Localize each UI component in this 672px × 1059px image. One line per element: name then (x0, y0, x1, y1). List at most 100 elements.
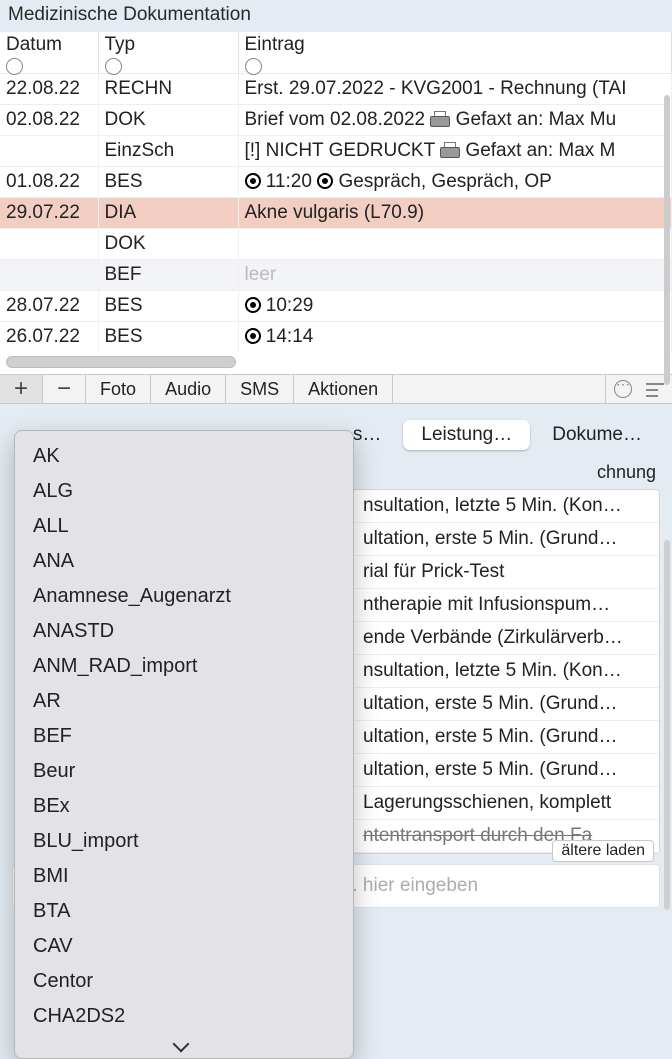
cell-entry: leer (238, 260, 672, 291)
cell-type: BES (98, 167, 238, 198)
cell-type: DOK (98, 105, 238, 136)
cell-date: 02.08.22 (0, 105, 98, 136)
printer-icon (430, 111, 450, 127)
dropdown-item[interactable]: ANM_RAD_import (15, 649, 353, 684)
service-row[interactable]: ultation, erste 5 Min. (Grund… (353, 754, 659, 787)
record-bullet-icon (317, 173, 333, 189)
cell-date (0, 260, 98, 291)
type-dropdown[interactable]: AKALGALLANAAnamnese_AugenarztANASTDANM_R… (14, 430, 354, 1059)
dropdown-item[interactable]: BEx (15, 789, 353, 824)
dropdown-item[interactable]: BTA (15, 894, 353, 929)
service-row[interactable]: Lagerungsschienen, komplett (353, 787, 659, 820)
cell-entry: Erst. 29.07.2022 - KVG2001 - Rechnung (T… (238, 74, 672, 105)
panel-title: Medizinische Dokumentation (0, 0, 672, 32)
table-row[interactable]: 26.07.22BES 14:14 (0, 322, 672, 353)
record-bullet-icon (245, 297, 261, 313)
cell-type: RECHN (98, 74, 238, 105)
cell-type: EinzSch (98, 136, 238, 167)
table-scrollbar-x-track[interactable] (0, 352, 672, 374)
dropdown-item[interactable]: BEF (15, 719, 353, 754)
record-bullet-icon (245, 328, 261, 344)
dropdown-item[interactable]: ANASTD (15, 614, 353, 649)
dropdown-item[interactable]: AK (15, 439, 353, 474)
audio-button[interactable]: Audio (151, 375, 226, 403)
minus-icon: − (57, 377, 71, 401)
col-header-date-label: Datum (6, 34, 62, 56)
dropdown-item[interactable]: CAV (15, 929, 353, 964)
table-scrollbar-y[interactable] (664, 95, 670, 385)
services-list[interactable]: nsultation, letzte 5 Min. (Kon…ultation,… (352, 489, 660, 854)
cell-entry: 14:14 (238, 322, 672, 353)
cell-type: BEF (98, 260, 238, 291)
filter-radio-date[interactable] (6, 58, 23, 75)
dropdown-item[interactable]: BLU_import (15, 824, 353, 859)
col-header-entry-label: Eintrag (245, 34, 305, 56)
col-header-date[interactable]: Datum (0, 32, 98, 74)
cell-type: BES (98, 322, 238, 353)
dropdown-item[interactable]: Anamnese_Augenarzt (15, 579, 353, 614)
cell-entry: [!] NICHT GEDRUCKT Gefaxt an: Max M (238, 136, 672, 167)
service-row[interactable]: ultation, erste 5 Min. (Grund… (353, 523, 659, 556)
dropdown-item[interactable]: AR (15, 684, 353, 719)
chevron-down-icon (175, 1038, 193, 1050)
aktionen-button[interactable]: Aktionen (294, 375, 393, 403)
cell-type: BES (98, 291, 238, 322)
cell-date: 28.07.22 (0, 291, 98, 322)
col-header-type-label: Typ (105, 34, 136, 56)
dropdown-item[interactable]: ANA (15, 544, 353, 579)
add-button[interactable]: + (0, 375, 43, 403)
table-row[interactable]: DOK (0, 229, 672, 260)
printer-icon (440, 142, 460, 158)
cell-date (0, 136, 98, 167)
filter-radio-type[interactable] (105, 58, 122, 75)
remove-button[interactable]: − (43, 375, 86, 403)
cell-date: 29.07.22 (0, 198, 98, 229)
service-row[interactable]: nsultation, letzte 5 Min. (Kon… (353, 490, 659, 523)
col-header-type[interactable]: Typ (98, 32, 238, 74)
format-icon[interactable] (646, 381, 664, 397)
table-row[interactable]: 28.07.22BES 10:29 (0, 291, 672, 322)
services-scrollbar-y[interactable] (664, 540, 670, 910)
more-icon[interactable] (614, 380, 632, 398)
table-scrollbar-x-thumb[interactable] (6, 356, 236, 368)
toolbar-spacer (393, 375, 606, 403)
dropdown-item[interactable]: CHA2DS2 (15, 999, 353, 1034)
foto-button[interactable]: Foto (86, 375, 151, 403)
cell-date: 26.07.22 (0, 322, 98, 353)
toolbar: + − Foto Audio SMS Aktionen (0, 374, 672, 404)
plus-icon: + (14, 377, 28, 401)
table-row[interactable]: 02.08.22DOKBrief vom 02.08.2022 Gefaxt a… (0, 105, 672, 136)
col-header-entry[interactable]: Eintrag (238, 32, 672, 74)
table-header-row: Datum Typ Eintrag (0, 32, 672, 74)
service-row[interactable]: ntherapie mit Infusionspum… (353, 589, 659, 622)
doc-table: Datum Typ Eintrag 22.08.22RECHNErst. 29.… (0, 32, 672, 352)
dropdown-more[interactable] (15, 1034, 353, 1058)
table-row[interactable]: BEFleer (0, 260, 672, 291)
cell-entry: Brief vom 02.08.2022 Gefaxt an: Max Mu (238, 105, 672, 136)
table-row[interactable]: 29.07.22DIAAkne vulgaris (L70.9) (0, 198, 672, 229)
dropdown-item[interactable]: Centor (15, 964, 353, 999)
service-row[interactable]: rial für Prick-Test (353, 556, 659, 589)
record-bullet-icon (245, 173, 261, 189)
table-row[interactable]: 01.08.22BES 11:20 Gespräch, Gespräch, OP (0, 167, 672, 198)
sms-button[interactable]: SMS (226, 375, 294, 403)
dropdown-item[interactable]: Beur (15, 754, 353, 789)
cell-date: 22.08.22 (0, 74, 98, 105)
filter-radio-entry[interactable] (245, 58, 262, 75)
tab-dokumente[interactable]: Dokume… (534, 420, 660, 450)
dropdown-item[interactable]: BMI (15, 859, 353, 894)
service-row[interactable]: ende Verbände (Zirkulärverb… (353, 622, 659, 655)
tab-leistung[interactable]: Leistung… (403, 420, 530, 450)
cell-entry (238, 229, 672, 260)
table-row[interactable]: 22.08.22RECHNErst. 29.07.2022 - KVG2001 … (0, 74, 672, 105)
cell-type: DIA (98, 198, 238, 229)
service-row[interactable]: ultation, erste 5 Min. (Grund… (353, 721, 659, 754)
dropdown-item[interactable]: ALG (15, 474, 353, 509)
table-row[interactable]: EinzSch[!] NICHT GEDRUCKT Gefaxt an: Max… (0, 136, 672, 167)
cell-entry: 10:29 (238, 291, 672, 322)
service-row[interactable]: nsultation, letzte 5 Min. (Kon… (353, 655, 659, 688)
service-row[interactable]: ultation, erste 5 Min. (Grund… (353, 688, 659, 721)
load-older-chip[interactable]: ältere laden (552, 840, 654, 862)
dropdown-item[interactable]: ALL (15, 509, 353, 544)
cell-entry: 11:20 Gespräch, Gespräch, OP (238, 167, 672, 198)
